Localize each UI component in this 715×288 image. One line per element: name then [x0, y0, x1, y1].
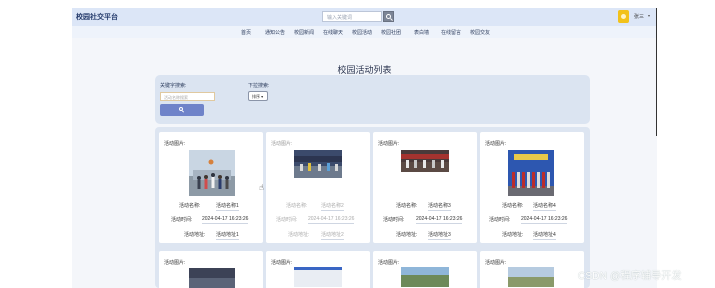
user-avatar[interactable]	[618, 10, 629, 23]
activity-image[interactable]	[508, 267, 554, 287]
activity-image[interactable]	[294, 267, 342, 287]
activity-address-label: 活动地址:	[288, 232, 310, 238]
activity-image[interactable]	[401, 150, 449, 172]
top-bar: 校园社交平台 输入关键词 张三 ▾	[72, 8, 657, 26]
activity-image[interactable]	[508, 150, 554, 196]
nav-item-activities[interactable]: 校园活动	[352, 29, 372, 36]
activity-card[interactable]: 活动图片: 活动名称: 活动名称2 活动时间: 2024-04-17 16:23:2…	[266, 132, 370, 243]
header-search-input[interactable]: 输入关键词	[322, 11, 382, 22]
activity-image-label: 活动图片:	[485, 260, 507, 266]
nav-item-notices[interactable]: 通知公告	[265, 29, 285, 36]
activity-image-label: 活动图片:	[485, 141, 507, 147]
activity-image-label: 活动图片:	[164, 141, 186, 147]
site-brand[interactable]: 校园社交平台	[76, 12, 118, 22]
activity-card[interactable]: 活动图片:	[159, 251, 263, 288]
activity-time-label: 活动时间:	[383, 217, 405, 223]
nav-item-confession-wall[interactable]: 表白墙	[414, 29, 429, 36]
search-button[interactable]	[160, 104, 204, 116]
activity-name-label: 活动名称:	[396, 203, 418, 209]
activity-card[interactable]: 活动图片:	[480, 251, 584, 288]
watermark: CSDN @程序辅导开发	[578, 271, 682, 282]
activity-image-label: 活动图片:	[271, 141, 293, 147]
activity-time-value: 2024-04-17 16:23:26	[521, 216, 568, 224]
activity-image[interactable]	[189, 268, 235, 288]
filter-panel: 关键字搜索: 活动名称搜索 下拉搜索: 排序 ▾	[155, 75, 590, 124]
activity-card[interactable]: 活动图片: 活动名称: 活动名称3 活动时间: 2024-04-17 16:23:2…	[373, 132, 477, 243]
activity-image[interactable]	[294, 150, 342, 178]
activity-name-value: 活动名称3	[428, 203, 451, 211]
activity-time-value: 2024-04-17 16:23:26	[416, 216, 463, 224]
activity-address-value: 活动地址1	[216, 232, 239, 240]
main-nav: 首页 通知公告 校园新闻 在线聊天 校园活动 校园社团 表白墙 在线留言 校园交…	[72, 26, 657, 38]
nav-item-clubs[interactable]: 校园社团	[381, 29, 401, 36]
keyword-search-input[interactable]: 活动名称搜索	[160, 92, 215, 101]
activity-time-label: 活动时间:	[276, 217, 298, 223]
nav-item-home[interactable]: 首页	[241, 29, 251, 36]
activity-image[interactable]	[189, 150, 235, 196]
nav-item-news[interactable]: 校园新闻	[294, 29, 314, 36]
header-search-button[interactable]	[383, 11, 394, 22]
sort-select[interactable]: 排序 ▾	[248, 91, 268, 101]
activity-card[interactable]: 活动图片:	[266, 251, 370, 288]
page: 校园社交平台 输入关键词 张三 ▾ 首页 通知公告 校园新闻 在线聊天 校园活动…	[0, 0, 715, 288]
activity-address-label: 活动地址:	[502, 232, 524, 238]
chevron-down-icon[interactable]: ▾	[648, 13, 650, 18]
activity-image-label: 活动图片:	[271, 260, 293, 266]
nav-item-friends[interactable]: 校园交友	[470, 29, 490, 36]
activity-name-value: 活动名称4	[533, 203, 556, 211]
user-name[interactable]: 张三	[634, 13, 644, 20]
activity-image[interactable]	[401, 267, 449, 287]
activity-name-value: 活动名称2	[321, 203, 344, 211]
activity-name-label: 活动名称:	[286, 203, 308, 209]
activity-address-label: 活动地址:	[396, 232, 418, 238]
activity-card[interactable]: 活动图片: 活动名称: 活动名称1 活动时间: 2024-04-17 16:23:2…	[159, 132, 263, 243]
activity-address-value: 活动地址4	[533, 232, 556, 240]
activity-card[interactable]: 活动图片:	[373, 251, 477, 288]
pulldown-label: 下拉搜索:	[248, 83, 270, 89]
activity-card[interactable]: 活动图片: 活动名称: 活动名称4 活动时间: 2024-04-17 16:23:2…	[480, 132, 584, 243]
activity-name-label: 活动名称:	[179, 203, 201, 209]
activity-time-value: 2024-04-17 16:23:26	[202, 216, 249, 224]
activity-address-value: 活动地址2	[321, 232, 344, 240]
nav-item-messages[interactable]: 在线留言	[441, 29, 461, 36]
activity-image-label: 活动图片:	[164, 260, 186, 266]
activity-image-label: 活动图片:	[378, 141, 400, 147]
sort-select-value: 排序	[252, 94, 260, 99]
activity-image-label: 活动图片:	[378, 260, 400, 266]
activity-time-value: 2024-04-17 16:23:26	[308, 216, 355, 224]
activity-address-label: 活动地址:	[184, 232, 206, 238]
activity-time-label: 活动时间:	[171, 217, 193, 223]
activity-name-value: 活动名称1	[216, 203, 239, 211]
pointer-cursor-icon: ☝	[259, 183, 264, 192]
chevron-down-icon: ▾	[261, 94, 264, 99]
activity-name-label: 活动名称:	[502, 203, 524, 209]
keyword-label: 关键字搜索:	[160, 83, 187, 89]
activity-time-label: 活动时间:	[489, 217, 511, 223]
nav-item-chat[interactable]: 在线聊天	[323, 29, 343, 36]
activity-address-value: 活动地址3	[428, 232, 451, 240]
